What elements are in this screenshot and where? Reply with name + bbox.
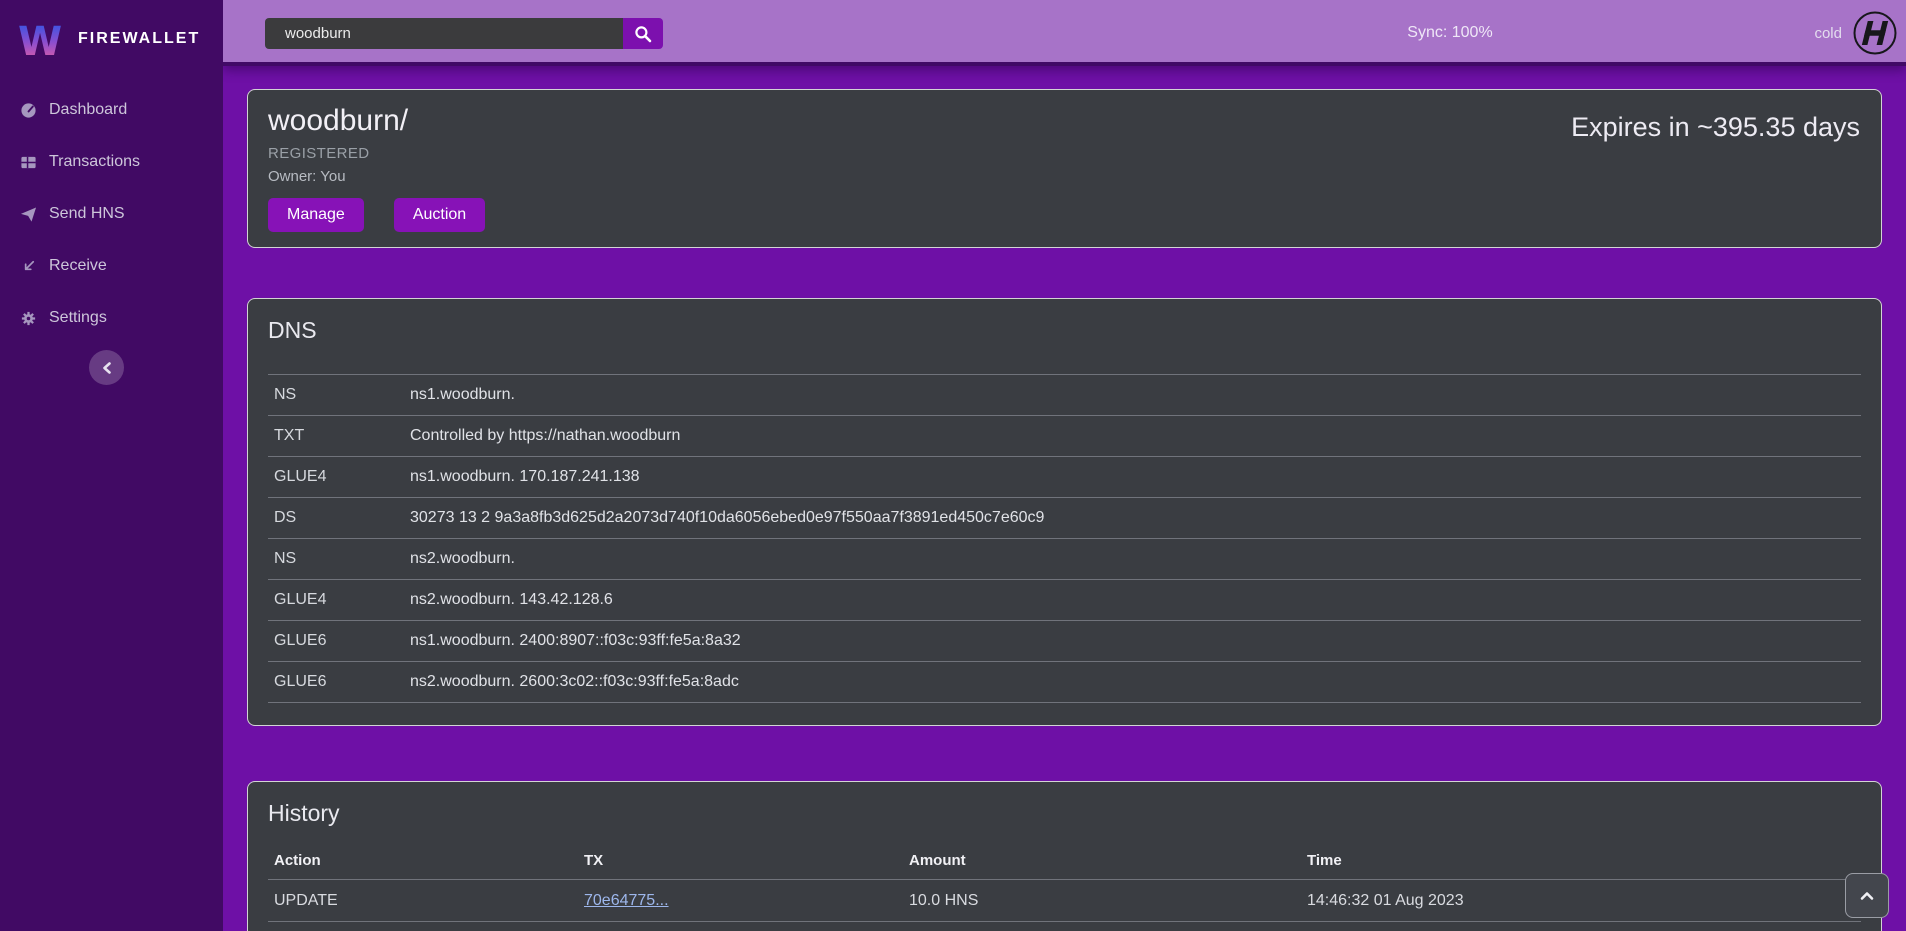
history-amount: 10.0 HNS bbox=[909, 892, 1307, 910]
dns-record-row: GLUE4 ns1.woodburn. 170.187.241.138 bbox=[268, 457, 1861, 498]
dns-record-type: GLUE4 bbox=[268, 591, 410, 609]
sidebar-item-send-hns[interactable]: Send HNS bbox=[0, 188, 223, 240]
arrow-down-left-icon bbox=[19, 258, 37, 275]
dns-record-type: GLUE6 bbox=[268, 673, 410, 691]
search-input[interactable] bbox=[265, 18, 623, 49]
history-col-time: Time bbox=[1307, 852, 1861, 869]
history-col-tx: TX bbox=[584, 852, 909, 869]
sidebar-item-label: Receive bbox=[49, 257, 107, 275]
sidebar-item-label: Dashboard bbox=[49, 101, 127, 119]
dns-record-value: ns2.woodburn. bbox=[410, 550, 515, 568]
gear-icon bbox=[19, 310, 37, 327]
dns-record-value: Controlled by https://nathan.woodburn bbox=[410, 427, 680, 445]
dns-record-row: GLUE6 ns1.woodburn. 2400:8907::f03c:93ff… bbox=[268, 621, 1861, 662]
dns-card-title: DNS bbox=[268, 313, 1861, 344]
search-icon bbox=[634, 25, 652, 43]
history-col-action: Action bbox=[268, 852, 584, 869]
handshake-logo-icon[interactable] bbox=[1852, 10, 1898, 56]
dns-record-value: ns2.woodburn. 143.42.128.6 bbox=[410, 591, 613, 609]
sync-status: Sync: 100% bbox=[1375, 0, 1525, 66]
sidebar-item-dashboard[interactable]: Dashboard bbox=[0, 84, 223, 136]
dns-record-row: NS ns1.woodburn. bbox=[268, 375, 1861, 416]
dns-record-type: TXT bbox=[268, 427, 410, 445]
history-time: 14:46:32 01 Aug 2023 bbox=[1307, 892, 1861, 910]
firewallet-logo-icon: W bbox=[18, 18, 64, 60]
sidebar: W FIREWALLET Dashboard Transactions Send… bbox=[0, 0, 223, 931]
sidebar-item-label: Send HNS bbox=[49, 205, 125, 223]
wallet-mode-label: cold bbox=[1814, 25, 1842, 42]
tx-link[interactable]: 70e64775... bbox=[584, 892, 669, 909]
sidebar-item-label: Settings bbox=[49, 309, 107, 327]
main-content: woodburn/ REGISTERED Owner: You Manage A… bbox=[223, 70, 1906, 931]
gauge-icon bbox=[19, 102, 37, 119]
dns-record-row: GLUE6 ns2.woodburn. 2600:3c02::f03c:93ff… bbox=[268, 662, 1861, 703]
dns-record-value: ns1.woodburn. 170.187.241.138 bbox=[410, 468, 640, 486]
history-header-row: Action TX Amount Time bbox=[268, 841, 1861, 879]
search-box bbox=[265, 18, 663, 49]
history-table: Action TX Amount Time UPDATE 70e64775...… bbox=[268, 841, 1861, 931]
dns-record-row: TXT Controlled by https://nathan.woodbur… bbox=[268, 416, 1861, 457]
dns-record-row: GLUE4 ns2.woodburn. 143.42.128.6 bbox=[268, 580, 1861, 621]
dns-record-value: ns1.woodburn. bbox=[410, 386, 515, 404]
chevron-left-icon bbox=[101, 361, 113, 375]
domain-summary-card: woodburn/ REGISTERED Owner: You Manage A… bbox=[247, 89, 1882, 248]
sidebar-item-label: Transactions bbox=[49, 153, 140, 171]
dns-record-type: NS bbox=[268, 386, 410, 404]
table-icon bbox=[19, 154, 37, 171]
sidebar-item-transactions[interactable]: Transactions bbox=[0, 136, 223, 188]
sidebar-item-receive[interactable]: Receive bbox=[0, 240, 223, 292]
domain-expiry: Expires in ~395.35 days bbox=[1571, 112, 1860, 143]
dns-record-row: DS 30273 13 2 9a3a8fb3d625d2a2073d740f10… bbox=[268, 498, 1861, 539]
domain-status: REGISTERED bbox=[268, 145, 1861, 162]
history-col-amount: Amount bbox=[909, 852, 1307, 869]
topbar: Sync: 100% cold bbox=[223, 0, 1906, 66]
sidebar-item-settings[interactable]: Settings bbox=[0, 292, 223, 344]
dns-card: DNS NS ns1.woodburn. TXT Controlled by h… bbox=[247, 298, 1882, 726]
history-action: UPDATE bbox=[268, 892, 584, 910]
dns-record-row: NS ns2.woodburn. bbox=[268, 539, 1861, 580]
paper-plane-icon bbox=[19, 206, 37, 223]
scroll-to-top-button[interactable] bbox=[1845, 873, 1889, 918]
dns-record-type: GLUE6 bbox=[268, 632, 410, 650]
manage-button[interactable]: Manage bbox=[268, 198, 364, 232]
history-row: UPDATE 70e64775... 10.0 HNS 14:46:32 01 … bbox=[268, 879, 1861, 921]
history-card-title: History bbox=[268, 796, 1861, 827]
search-button[interactable] bbox=[623, 18, 663, 49]
chevron-up-icon bbox=[1860, 891, 1874, 901]
auction-button[interactable]: Auction bbox=[394, 198, 485, 232]
history-card: History Action TX Amount Time UPDATE 70e… bbox=[247, 781, 1882, 931]
domain-owner: Owner: You bbox=[268, 168, 1861, 185]
brand: W FIREWALLET bbox=[0, 0, 223, 66]
brand-name: FIREWALLET bbox=[78, 30, 200, 48]
dns-record-value: 30273 13 2 9a3a8fb3d625d2a2073d740f10da6… bbox=[410, 509, 1044, 527]
history-row: RENEW d78c5c... 10.0 HNS 15:47:36 07 Feb… bbox=[268, 921, 1861, 931]
dns-record-type: NS bbox=[268, 550, 410, 568]
dns-record-value: ns1.woodburn. 2400:8907::f03c:93ff:fe5a:… bbox=[410, 632, 741, 650]
svg-text:W: W bbox=[18, 19, 62, 60]
dns-record-type: DS bbox=[268, 509, 410, 527]
dns-record-value: ns2.woodburn. 2600:3c02::f03c:93ff:fe5a:… bbox=[410, 673, 739, 691]
wallet-status: cold bbox=[1814, 0, 1898, 66]
dns-table: NS ns1.woodburn. TXT Controlled by https… bbox=[268, 374, 1861, 703]
sidebar-collapse-button[interactable] bbox=[89, 350, 124, 385]
dns-record-type: GLUE4 bbox=[268, 468, 410, 486]
sidebar-nav: Dashboard Transactions Send HNS Receive … bbox=[0, 84, 223, 344]
